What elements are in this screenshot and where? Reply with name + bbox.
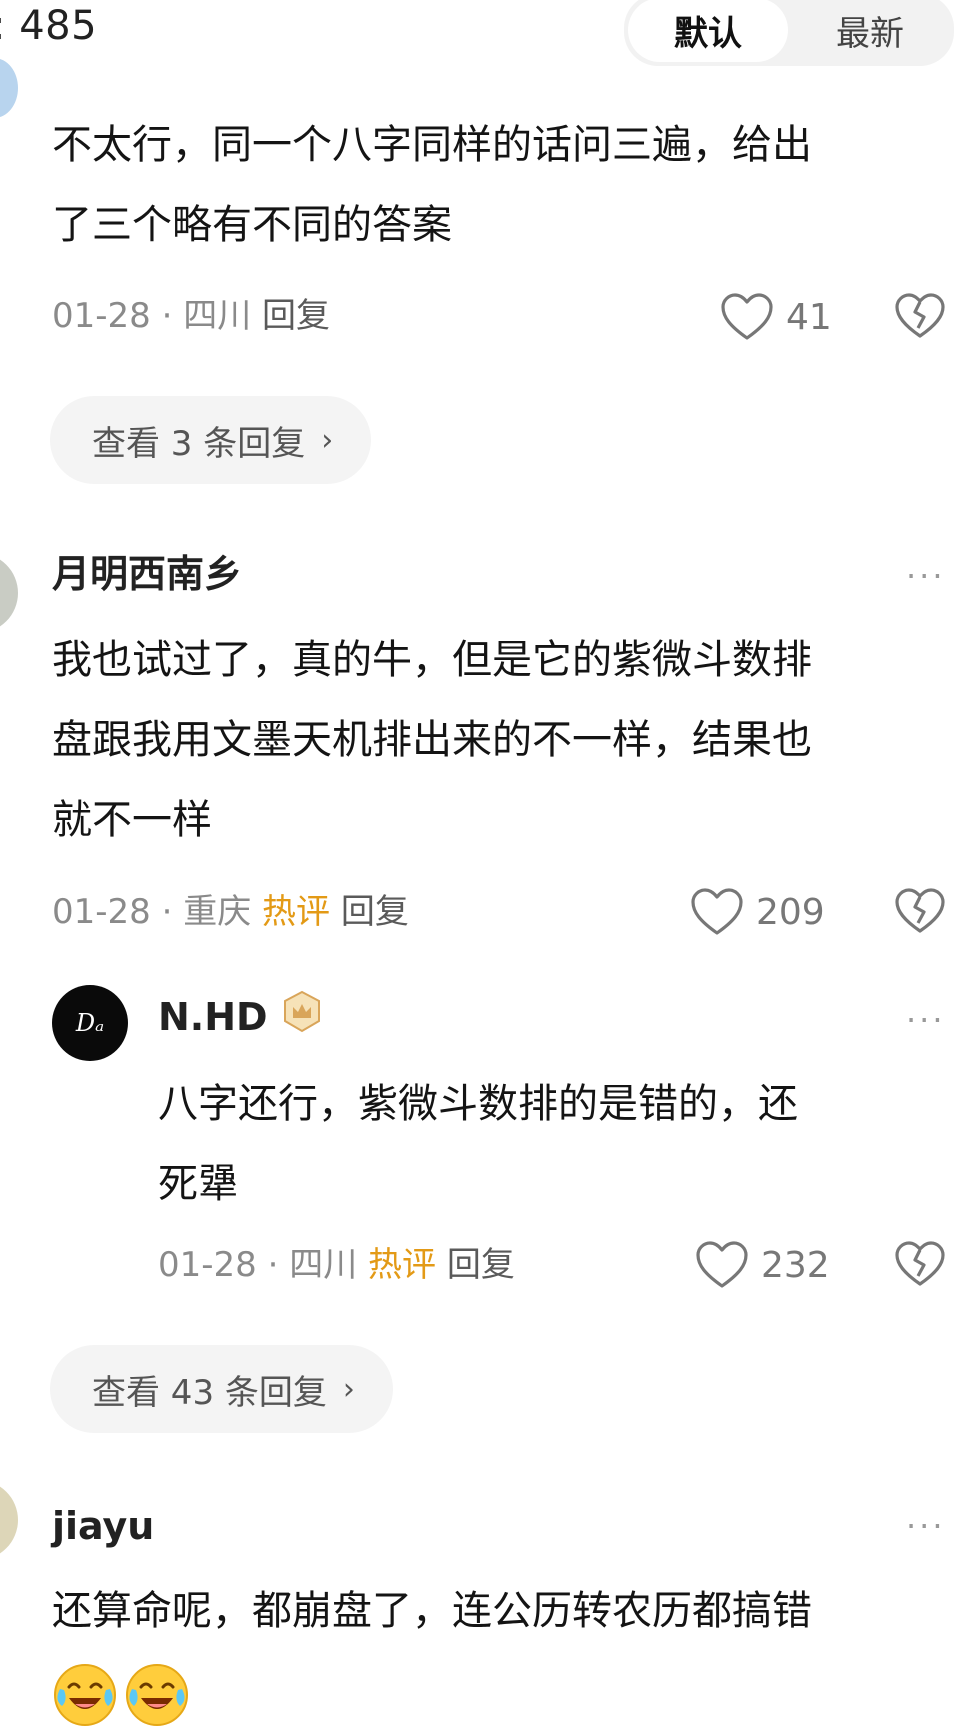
like-count: 41 bbox=[786, 297, 832, 338]
comment-count-value: 485 bbox=[19, 3, 98, 49]
comment-date: 01-28 bbox=[52, 892, 151, 932]
comment-date: 01-28 bbox=[52, 296, 151, 336]
comment-count-prefix: : bbox=[0, 3, 19, 49]
laughing-crying-emoji bbox=[126, 1664, 188, 1726]
username[interactable]: jiayu bbox=[52, 1502, 154, 1550]
comment-meta: 01-28 · 四川 热评 回复 bbox=[158, 1243, 515, 1287]
meta-separator: · bbox=[161, 892, 173, 932]
comment-count: : 485 bbox=[0, 2, 97, 50]
comment-text-line: 了三个略有不同的答案 bbox=[52, 202, 452, 248]
view-replies-button[interactable]: 查看 3 条回复 › bbox=[50, 396, 372, 484]
like-heart-icon[interactable] bbox=[695, 1240, 749, 1290]
comment-text: 还算命呢，都崩盘了，连公历转农历都搞错 bbox=[52, 1588, 812, 1634]
view-replies-label: 查看 3 条回复 bbox=[92, 423, 306, 464]
more-options-icon[interactable]: ··· bbox=[906, 1510, 946, 1542]
like-heart-icon[interactable] bbox=[690, 887, 744, 937]
comment-text-line: 就不一样 bbox=[52, 797, 212, 843]
comment-location: 四川 bbox=[289, 1245, 358, 1285]
comment-text: 我也试过了，真的牛，但是它的紫微斗数排 盘跟我用文墨天机排出来的不一样，结果也 就不… bbox=[52, 620, 812, 860]
reply-button[interactable]: 回复 bbox=[447, 1245, 515, 1285]
reply-button[interactable]: 回复 bbox=[341, 892, 409, 932]
sort-toggle: 默认 最新 bbox=[624, 0, 954, 66]
sort-default-tab[interactable]: 默认 bbox=[628, 0, 788, 62]
comment-meta: 01-28 · 四川 回复 bbox=[52, 294, 330, 338]
comment-text: 不太行，同一个八字同样的话问三遍，给出 了三个略有不同的答案 bbox=[52, 105, 812, 265]
hot-comment-badge: 热评 bbox=[262, 892, 331, 932]
comment-text: 八字还行，紫微斗数排的是错的，还 死犟 bbox=[158, 1064, 798, 1224]
username[interactable]: 月明西南乡 bbox=[52, 550, 242, 598]
avatar[interactable] bbox=[0, 1480, 18, 1560]
chevron-right-icon: › bbox=[321, 422, 334, 458]
meta-separator: · bbox=[267, 1245, 279, 1285]
comment-text-line: 死犟 bbox=[158, 1161, 238, 1207]
more-options-icon[interactable]: ··· bbox=[906, 560, 946, 592]
like-count: 209 bbox=[756, 892, 825, 933]
comment-text-line: 八字还行，紫微斗数排的是错的，还 bbox=[158, 1081, 798, 1127]
avatar[interactable] bbox=[0, 553, 18, 633]
avatar[interactable] bbox=[0, 58, 18, 118]
view-replies-label: 查看 43 条回复 bbox=[92, 1372, 327, 1413]
comment-text-line: 盘跟我用文墨天机排出来的不一样，结果也 bbox=[52, 717, 812, 763]
comment-text-line: 我也试过了，真的牛，但是它的紫微斗数排 bbox=[52, 637, 812, 683]
sort-latest-tab[interactable]: 最新 bbox=[790, 0, 950, 62]
hot-comment-badge: 热评 bbox=[368, 1245, 437, 1285]
comment-text-line: 不太行，同一个八字同样的话问三遍，给出 bbox=[52, 122, 812, 168]
dislike-broken-heart-icon[interactable] bbox=[894, 292, 946, 340]
meta-separator: · bbox=[161, 296, 173, 336]
view-replies-button[interactable]: 查看 43 条回复 › bbox=[50, 1345, 393, 1433]
dislike-broken-heart-icon[interactable] bbox=[894, 1240, 946, 1288]
reply-button[interactable]: 回复 bbox=[262, 296, 330, 336]
chevron-right-icon: › bbox=[342, 1371, 355, 1407]
comment-location: 四川 bbox=[183, 296, 252, 336]
like-count: 232 bbox=[761, 1245, 830, 1286]
comment-date: 01-28 bbox=[158, 1245, 257, 1285]
laughing-crying-emoji bbox=[54, 1664, 116, 1726]
comment-location: 重庆 bbox=[183, 892, 252, 932]
like-heart-icon[interactable] bbox=[720, 292, 774, 342]
more-options-icon[interactable]: ··· bbox=[906, 1004, 946, 1036]
avatar[interactable]: Dₐ bbox=[52, 985, 128, 1061]
dislike-broken-heart-icon[interactable] bbox=[894, 887, 946, 935]
comment-meta: 01-28 · 重庆 热评 回复 bbox=[52, 890, 409, 934]
crown-badge-icon bbox=[284, 990, 320, 1033]
username[interactable]: N.HD bbox=[158, 993, 268, 1041]
